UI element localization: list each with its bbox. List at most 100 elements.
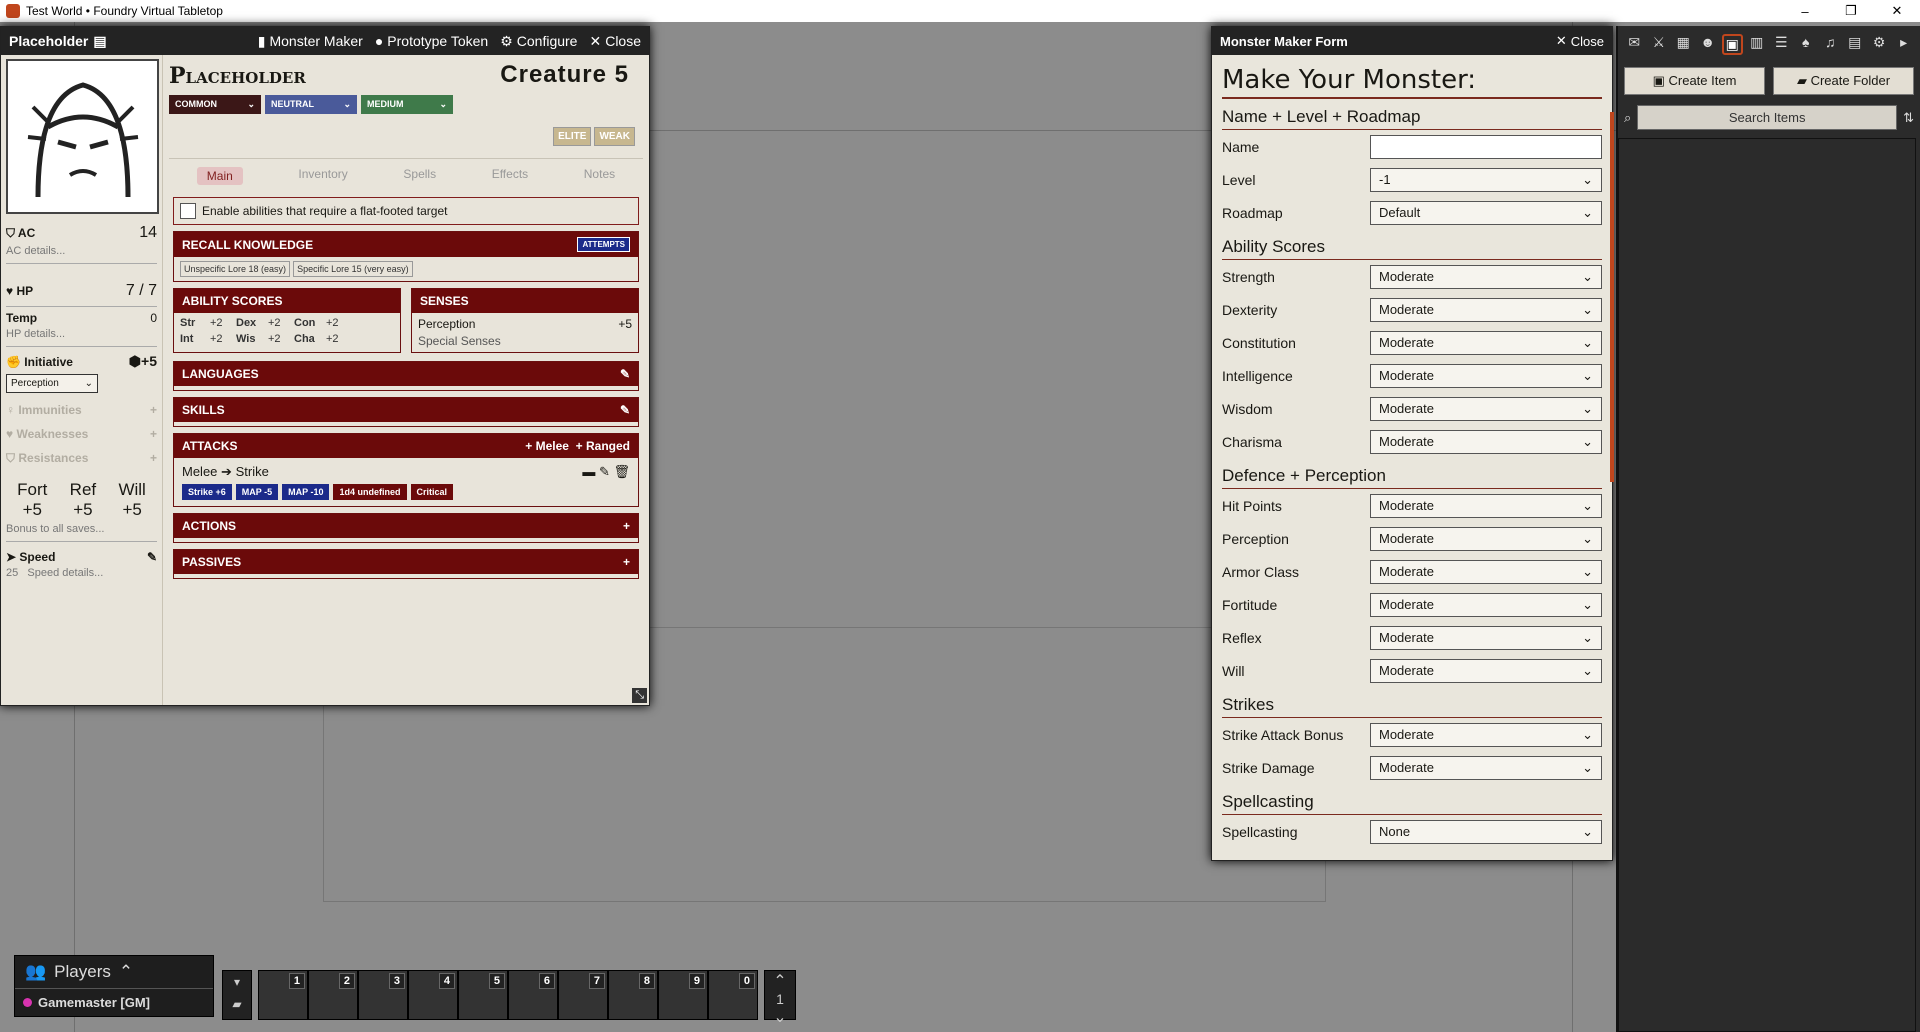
edit-languages-icon[interactable]: ✎ [620,367,630,381]
macro-slot[interactable]: 7 [558,970,608,1020]
monster-maker-button[interactable]: ▮ Monster Maker [258,33,363,50]
elite-button[interactable]: ELITE [553,127,592,146]
fort-save[interactable]: Fort +5 [17,480,47,520]
close-window-button[interactable]: ✕ [1874,0,1920,22]
critical-button[interactable]: Critical [410,484,454,500]
add-immunity-button[interactable]: + [150,403,157,417]
scenes-icon[interactable]: ▦ [1673,34,1693,55]
actors-icon[interactable]: ☻ [1697,34,1717,55]
maker-select[interactable]: -1 ⌄ [1370,167,1602,192]
maker-select[interactable]: Moderate ⌄ [1370,592,1602,617]
maker-select[interactable]: Moderate ⌄ [1370,658,1602,683]
initiative-select[interactable]: Perception ⌄ [6,374,98,393]
maker-header[interactable]: Monster Maker Form ✕ Close [1212,27,1612,55]
maker-select[interactable]: Moderate ⌄ [1370,755,1602,780]
add-melee-button[interactable]: + Melee [525,439,569,453]
edit-icon[interactable]: ✎ [599,464,610,479]
hp-details[interactable]: HP details... [6,328,157,340]
macro-slot[interactable]: 8 [608,970,658,1020]
saves-note[interactable]: Bonus to all saves... [6,523,157,535]
trash-icon[interactable]: 🗑 [613,464,630,479]
ac-value[interactable]: 14 [139,224,157,242]
journal-icon[interactable]: ▥ [1747,34,1767,55]
add-passive-button[interactable]: + [623,555,630,569]
folder-icon[interactable]: ▰ [223,989,251,1011]
add-ranged-button[interactable]: + Ranged [576,439,630,453]
maker-select[interactable]: Moderate ⌄ [1370,526,1602,551]
strike-title[interactable]: Melee ➔ Strike [182,464,269,480]
page-down-icon[interactable]: ⌄ [765,1007,795,1027]
prototype-token-button[interactable]: ● Prototype Token [375,33,488,49]
maker-select[interactable]: Moderate ⌄ [1370,625,1602,650]
search-items-input[interactable]: Search Items [1637,105,1898,130]
map-10-button[interactable]: MAP -10 [282,484,330,500]
rarity-select[interactable]: COMMON ⌄ [169,95,261,114]
page-up-icon[interactable]: ⌃ [765,971,795,991]
items-directory-list[interactable] [1618,138,1916,1032]
maker-close-button[interactable]: ✕ Close [1556,33,1604,49]
tab-spells[interactable]: Spells [403,167,436,185]
add-action-button[interactable]: + [623,519,630,533]
add-weakness-button[interactable]: + [150,427,157,441]
will-save[interactable]: Will +5 [118,480,145,520]
add-resistance-button[interactable]: + [150,451,157,466]
macro-slot[interactable]: 6 [508,970,558,1020]
close-sheet-button[interactable]: ✕ Close [589,33,641,50]
edit-skills-icon[interactable]: ✎ [620,403,630,417]
tab-inventory[interactable]: Inventory [298,167,347,185]
maker-select[interactable]: Moderate ⌄ [1370,722,1602,747]
temp-hp-value[interactable]: 0 [150,311,157,325]
maker-select[interactable]: Moderate ⌄ [1370,396,1602,421]
tab-effects[interactable]: Effects [492,167,528,185]
maker-select[interactable]: Moderate ⌄ [1370,264,1602,289]
actor-portrait[interactable] [6,59,159,214]
collapse-sidebar-icon[interactable]: ▸ [1893,34,1913,55]
maker-scrollbar[interactable] [1610,112,1614,482]
macro-slot[interactable]: 2 [308,970,358,1020]
playlists-icon[interactable]: ♫ [1820,34,1840,55]
size-select[interactable]: MEDIUM ⌄ [361,95,453,114]
strike-roll-button[interactable]: Strike +6 [182,484,232,500]
unspecific-lore-pill[interactable]: Unspecific Lore 18 (easy) [180,261,291,277]
chat-icon[interactable]: ▬ [582,464,595,479]
sort-icon[interactable]: ⇅ [1903,110,1914,126]
caret-down-icon[interactable]: ▾ [223,971,251,989]
flat-footed-checkbox[interactable] [180,203,196,219]
combat-icon[interactable]: ⚔ [1648,34,1668,55]
items-icon[interactable]: ▣ [1721,34,1743,55]
ref-save[interactable]: Ref +5 [70,480,96,520]
perception-value[interactable]: +5 [618,317,632,331]
configure-button[interactable]: ⚙ Configure [500,33,577,50]
maker-select[interactable]: None ⌄ [1370,819,1602,844]
maker-select[interactable]: Moderate ⌄ [1370,559,1602,584]
map-5-button[interactable]: MAP -5 [235,484,279,500]
chat-icon[interactable]: ✉ [1624,34,1644,55]
maker-select[interactable]: Moderate ⌄ [1370,330,1602,355]
speed-details[interactable]: Speed details... [27,567,103,579]
cards-icon[interactable]: ♠ [1796,34,1816,55]
specific-lore-pill[interactable]: Specific Lore 15 (very easy) [293,261,413,277]
macro-slot[interactable]: 1 [258,970,308,1020]
player-gm[interactable]: Gamemaster [GM] [38,995,150,1010]
initiative-roll[interactable]: ⬢+5 [129,353,157,370]
id-card-icon[interactable]: ▤ [93,33,106,50]
tab-notes[interactable]: Notes [584,167,615,185]
macro-slot[interactable]: 3 [358,970,408,1020]
maker-select[interactable]: Default ⌄ [1370,200,1602,225]
monster-name-input[interactable] [1370,134,1602,159]
compendium-icon[interactable]: ▤ [1844,34,1864,55]
resize-handle-icon[interactable]: ⤡ [632,688,647,703]
flat-footed-toggle[interactable]: Enable abilities that require a flat-foo… [173,197,639,225]
attempts-button[interactable]: ATTEMPTS [577,237,630,252]
alignment-select[interactable]: NEUTRAL ⌄ [265,95,357,114]
maker-select[interactable]: Moderate ⌄ [1370,429,1602,454]
macro-slot[interactable]: 0 [708,970,758,1020]
minimize-button[interactable]: – [1782,0,1828,22]
macro-slot[interactable]: 9 [658,970,708,1020]
create-item-button[interactable]: ▣ Create Item [1624,67,1765,95]
creature-level[interactable]: Creature 5 [500,61,629,89]
macro-slot[interactable]: 4 [408,970,458,1020]
tables-icon[interactable]: ☰ [1771,34,1791,55]
sheet-header[interactable]: Placeholder ▤ ▮ Monster Maker ● Prototype T… [1,27,649,55]
maker-select[interactable]: Moderate ⌄ [1370,363,1602,388]
